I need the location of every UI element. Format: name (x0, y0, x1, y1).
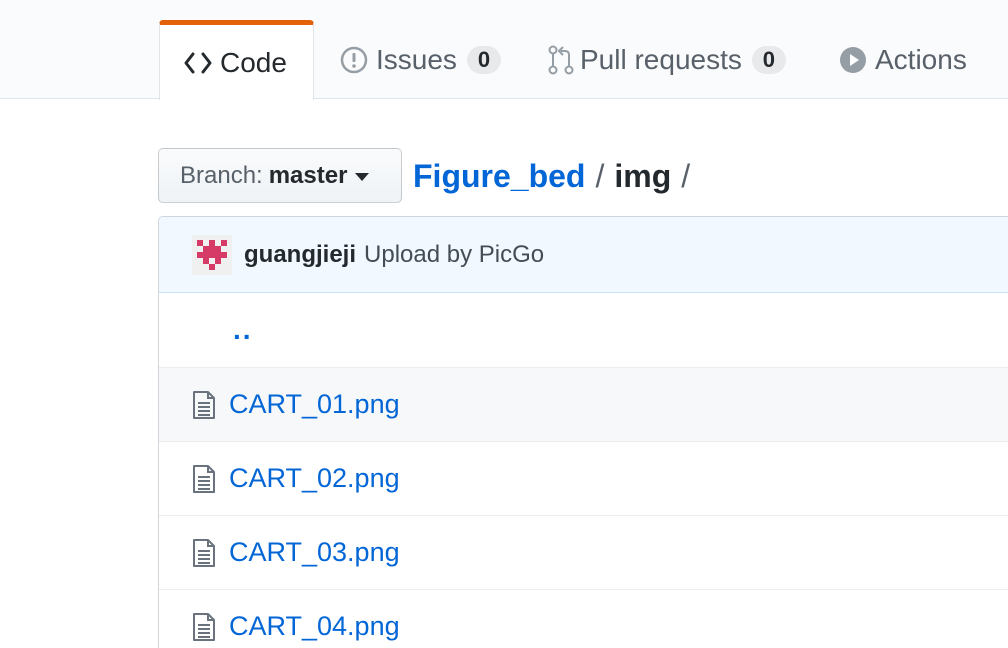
commit-author[interactable]: guangjieji (244, 241, 356, 269)
tab-code[interactable]: Code (159, 20, 314, 100)
tab-actions[interactable]: Actions (839, 20, 967, 100)
breadcrumb-current-dir: img (614, 157, 672, 194)
file-link[interactable]: CART_04.png (229, 611, 400, 642)
git-pull-request-icon (548, 45, 574, 75)
file-icon (191, 612, 217, 642)
file-link[interactable]: CART_03.png (229, 537, 400, 568)
file-link[interactable]: CART_01.png (229, 389, 400, 420)
repo-page: Code Issues 0 Pull requests 0 Actions Br… (0, 0, 1008, 648)
branch-name: master (268, 161, 348, 189)
file-row[interactable]: CART_04.png (159, 589, 1008, 648)
tab-code-label: Code (220, 46, 287, 78)
breadcrumb: Figure_bed / img / (413, 150, 700, 202)
file-row[interactable]: CART_03.png (159, 515, 1008, 589)
file-link[interactable]: CART_02.png (229, 463, 400, 494)
code-icon (184, 52, 212, 74)
tab-pull-requests-label: Pull requests (580, 44, 742, 75)
parent-directory-link[interactable]: .. (233, 314, 253, 346)
file-list: guangjieji Upload by PicGo .. CART_01.pn… (158, 216, 1008, 648)
commit-message[interactable]: Upload by PicGo (364, 241, 544, 269)
tab-issues-label: Issues (376, 44, 457, 75)
branch-prefix: Branch: (180, 161, 263, 189)
file-icon (191, 538, 217, 568)
file-icon (191, 464, 217, 494)
pull-requests-counter: 0 (751, 46, 786, 74)
parent-directory-row[interactable]: .. (159, 293, 1008, 367)
breadcrumb-repo-link[interactable]: Figure_bed (413, 158, 585, 195)
branch-select-button[interactable]: Branch: master (158, 148, 402, 203)
file-icon (191, 390, 217, 420)
caret-down-icon (355, 173, 370, 181)
tab-issues[interactable]: Issues 0 (340, 20, 501, 100)
issue-opened-icon (340, 46, 368, 74)
avatar[interactable] (192, 234, 232, 275)
repo-nav: Code Issues 0 Pull requests 0 Actions (0, 0, 1008, 100)
tab-pull-requests[interactable]: Pull requests 0 (548, 20, 786, 100)
play-icon (839, 46, 867, 74)
breadcrumb-separator: / (595, 157, 605, 194)
latest-commit: guangjieji Upload by PicGo (159, 217, 1008, 293)
file-row[interactable]: CART_01.png (159, 367, 1008, 441)
tab-actions-label: Actions (875, 44, 967, 75)
breadcrumb-trailing-separator: / (681, 157, 691, 194)
issues-counter: 0 (466, 46, 501, 74)
file-row[interactable]: CART_02.png (159, 441, 1008, 515)
